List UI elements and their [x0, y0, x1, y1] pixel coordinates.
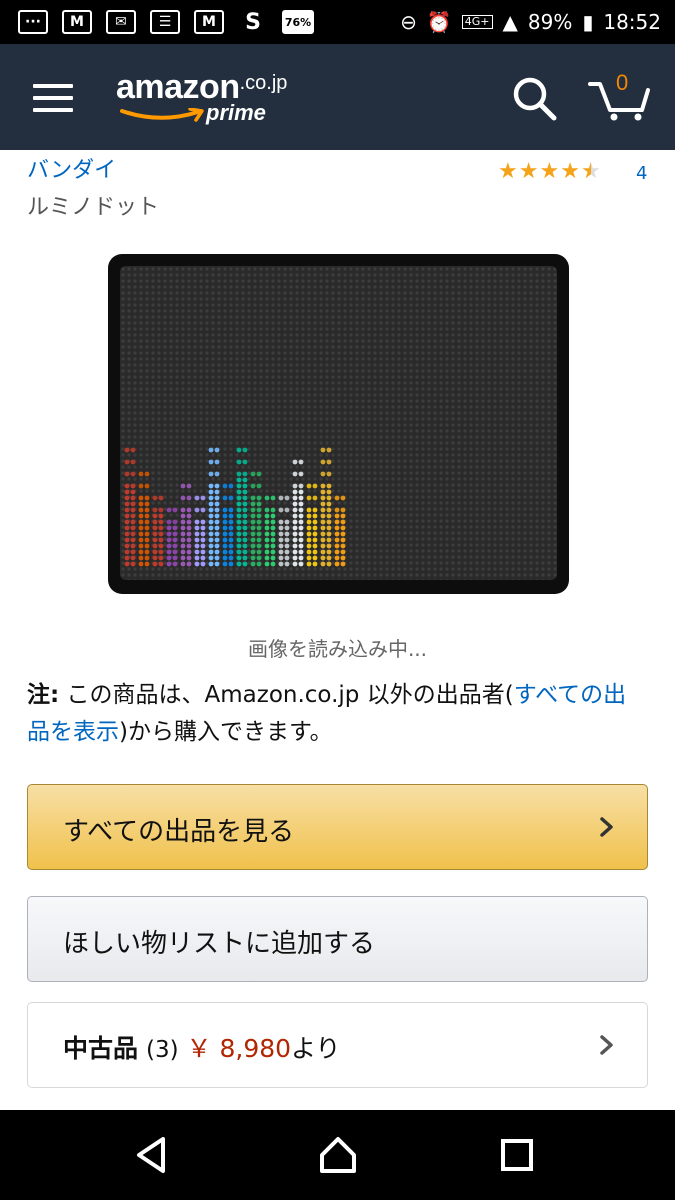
used-count: (3) — [145, 1037, 179, 1063]
smile-arrow-icon — [120, 108, 204, 122]
battery-percent: 89% — [527, 10, 573, 34]
battery-icon: ▮ — [582, 10, 594, 34]
used-price: ￥ 8,980 — [186, 1034, 292, 1063]
note-label: 注: — [27, 682, 60, 708]
message-icon: ··· — [18, 10, 48, 34]
signal-icon: ▲ — [502, 10, 518, 34]
network-type: 4G+ — [461, 15, 493, 29]
do-not-disturb-icon: ⊖ — [400, 10, 417, 34]
see-all-offers-label: すべての出品を見る — [63, 817, 295, 847]
rating-count[interactable]: 4 — [636, 163, 647, 184]
cart-count: 0 — [616, 70, 629, 95]
news-icon: ☰ — [150, 10, 180, 34]
mail-icon: ✉ — [106, 10, 136, 34]
note-text-before: この商品は、Amazon.co.jp 以外の出品者( — [59, 682, 514, 708]
add-to-wishlist-label: ほしい物リストに追加する — [63, 929, 376, 959]
status-bar: ··· M ✉ ☰ M S 76% ⊖ ⏰ 4G+ ▲ 89% ▮ 18:52 — [0, 0, 675, 44]
gmail-icon: M — [62, 10, 92, 34]
product-title: ルミノドット — [27, 195, 160, 220]
star-icon: ★ — [518, 159, 539, 184]
image-loading-text: 画像を読み込み中... — [247, 637, 428, 661]
clock: 18:52 — [603, 10, 661, 34]
logo-tld: .co.jp — [239, 72, 288, 94]
star-icon: ★ — [560, 159, 580, 184]
search-icon[interactable] — [510, 74, 558, 122]
amazon-logo[interactable]: amazon.co.jp prime — [116, 68, 288, 125]
chevron-right-icon — [600, 1035, 613, 1055]
used-title: 中古品 — [63, 1034, 139, 1063]
half-star-icon: ★ — [580, 159, 601, 184]
menu-icon[interactable] — [33, 84, 73, 112]
recents-icon[interactable] — [500, 1138, 534, 1172]
chevron-right-icon — [600, 817, 613, 837]
app-header: amazon.co.jp prime 0 — [0, 44, 675, 150]
note-text-after: )から購入できます。 — [119, 719, 333, 745]
cart-button[interactable]: 0 — [588, 70, 652, 122]
s-app-icon: S — [245, 9, 261, 35]
used-suffix: より — [291, 1034, 341, 1063]
product-image[interactable] — [108, 254, 569, 594]
see-all-offers-button[interactable]: すべての出品を見る — [27, 784, 648, 870]
rating-stars[interactable]: ★ ★ ★ ★ ★ — [498, 160, 601, 184]
star-icon: ★ — [498, 159, 518, 184]
back-icon[interactable] — [133, 1135, 169, 1175]
battery-saver-icon: 76% — [282, 10, 314, 34]
alarm-icon: ⏰ — [426, 10, 452, 34]
home-icon[interactable] — [318, 1135, 358, 1175]
used-offers-row[interactable]: 中古品 (3) ￥ 8,980より — [27, 1002, 648, 1088]
star-icon: ★ — [539, 159, 560, 184]
logo-prime: prime — [206, 100, 266, 125]
brand-link[interactable]: バンダイ — [27, 152, 116, 184]
system-nav-bar — [0, 1110, 675, 1200]
seller-note: 注: この商品は、Amazon.co.jp 以外の出品者(すべての出品を表示)か… — [27, 677, 649, 751]
gmail-icon-2: M — [194, 10, 224, 34]
add-to-wishlist-button[interactable]: ほしい物リストに追加する — [27, 896, 648, 982]
